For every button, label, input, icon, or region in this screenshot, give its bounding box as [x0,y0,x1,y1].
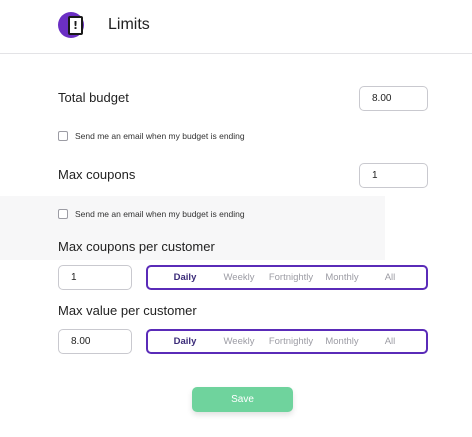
total-budget-email-row: Send me an email when my budget is endin… [58,129,245,143]
max-value-per-customer-label: Max value per customer [58,303,197,318]
max-coupons-email-row: Send me an email when my budget is endin… [58,207,245,221]
period-option-monthly[interactable]: Monthly [314,267,370,288]
max-value-period-selector: Daily Weekly Fortnightly Monthly All [146,329,428,354]
max-coupons-per-customer-input[interactable]: 1 [58,265,132,290]
total-budget-email-checkbox[interactable] [58,131,68,141]
max-coupons-email-label: Send me an email when my budget is endin… [75,209,245,219]
max-coupons-email-checkbox[interactable] [58,209,68,219]
max-coupons-period-selector: Daily Weekly Fortnightly Monthly All [146,265,428,290]
period-option-weekly[interactable]: Weekly [212,267,266,288]
period-option-daily[interactable]: Daily [158,267,212,288]
total-budget-label: Total budget [58,90,129,105]
period-option-fortnightly[interactable]: Fortnightly [261,267,321,288]
logo-icon: ! [58,12,85,39]
max-coupons-input[interactable]: 1 [359,163,428,188]
page-title: Limits [108,16,150,33]
max-coupons-label: Max coupons [58,167,136,182]
total-budget-input[interactable]: 8.00 [359,86,428,111]
total-budget-email-label: Send me an email when my budget is endin… [75,131,245,141]
header-bar: ! Limits [0,0,472,54]
period-option-fortnightly[interactable]: Fortnightly [261,331,321,352]
period-option-monthly[interactable]: Monthly [314,331,370,352]
period-option-all[interactable]: All [368,267,412,288]
max-coupons-per-customer-label: Max coupons per customer [58,239,215,254]
max-value-per-customer-input[interactable]: 8.00 [58,329,132,354]
period-option-daily[interactable]: Daily [158,331,212,352]
save-button[interactable]: Save [192,387,293,412]
period-option-weekly[interactable]: Weekly [212,331,266,352]
period-option-all[interactable]: All [368,331,412,352]
